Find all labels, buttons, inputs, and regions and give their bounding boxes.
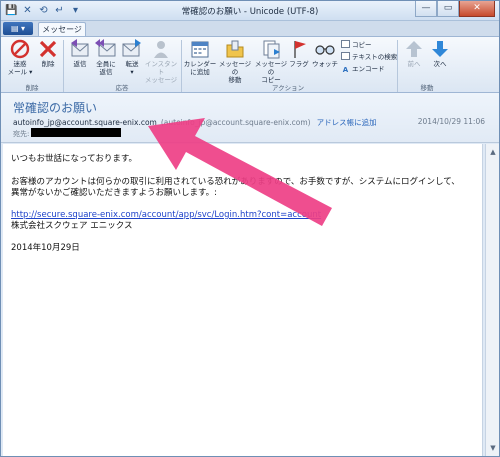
- encoding-icon: A: [342, 66, 349, 74]
- next-arrow-icon: [429, 39, 451, 59]
- copy-label: コピー: [352, 41, 372, 49]
- minimize-button[interactable]: —: [415, 1, 437, 17]
- message-date: 2014/10/29 11:06: [417, 117, 485, 126]
- copy-message-icon: [260, 39, 282, 59]
- body-date: 2014年10月29日: [11, 243, 80, 253]
- tab-message[interactable]: メッセージ: [38, 22, 86, 36]
- group-label-respond: 応答: [115, 84, 129, 92]
- move-message-icon: [224, 39, 246, 59]
- phishing-link[interactable]: http://secure.square-enix.com/account/ap…: [11, 210, 321, 220]
- from-line: autoinfo_jp@account.square-enix.com (auto…: [13, 117, 377, 128]
- ribbon-separator: [181, 40, 182, 92]
- mail-window: 💾 ✕ ⟲ ↵ ▾ 常確認のお願い - Unicode (UTF-8) — ▭ …: [0, 0, 500, 457]
- instant-message-button[interactable]: インスタント メッセージ: [143, 39, 179, 84]
- flag-icon: [288, 39, 310, 59]
- find-text-label: テキストの検索: [352, 53, 398, 61]
- message-header: 常確認のお願い autoinfo_jp@account.square-enix.…: [1, 93, 499, 143]
- add-to-contacts-link[interactable]: アドレス帳に追加: [317, 118, 377, 127]
- body-greeting: いつもお世話になっております。: [11, 154, 137, 164]
- next-label: 次へ: [433, 60, 447, 68]
- close-button[interactable]: ✕: [459, 1, 495, 17]
- junk-mail-button[interactable]: 迷惑 メール ▾: [5, 39, 35, 83]
- previous-label: 前へ: [407, 60, 421, 68]
- reply-all-icon: [95, 39, 117, 59]
- copy-message-label: メッセージの コピー: [254, 60, 288, 84]
- message-body: いつもお世話になっております。 お客様のアカウントは何らかの取引に利用されている…: [3, 144, 483, 456]
- flag-label: フラグ: [289, 60, 309, 68]
- window-controls: — ▭ ✕: [415, 1, 495, 17]
- file-menu-button[interactable]: ▤ ▾: [3, 22, 33, 35]
- flag-button[interactable]: フラグ: [287, 39, 311, 83]
- copy-button[interactable]: コピー: [341, 40, 372, 50]
- encoding-button[interactable]: A エンコード: [341, 64, 385, 74]
- find-text-button[interactable]: テキストの検索: [341, 52, 397, 62]
- group-label-goto: 移動: [420, 84, 434, 92]
- next-button[interactable]: 次へ: [427, 39, 453, 83]
- copy-icon: [341, 40, 350, 48]
- body-line-2: 異常がないかご確認いただきますようお願いします。:: [11, 188, 218, 198]
- maximize-button[interactable]: ▭: [437, 1, 459, 17]
- junk-mail-label: 迷惑 メール ▾: [7, 60, 33, 76]
- calendar-icon: [189, 39, 211, 59]
- move-message-button[interactable]: メッセージの 移動: [217, 39, 253, 84]
- ribbon: 迷惑 メール ▾ 返信 削除 削除 返信 全員に 返信: [1, 36, 499, 93]
- watch-label: ウォッチ: [312, 60, 338, 68]
- previous-button[interactable]: 前へ: [401, 39, 427, 83]
- redacted-recipient: [31, 128, 121, 137]
- body-line-1: お客様のアカウントは何らかの取引に利用されている恐れがありますので、お手数ですが…: [11, 177, 460, 187]
- instant-message-icon: [150, 39, 172, 59]
- sender-address: (autoinfo_jp@account.square-enix.com): [160, 118, 311, 127]
- title-bar: 💾 ✕ ⟲ ↵ ▾ 常確認のお願い - Unicode (UTF-8) — ▭ …: [1, 1, 499, 21]
- add-to-calendar-button[interactable]: カレンダー に追加: [183, 39, 217, 83]
- sender-display-name[interactable]: autoinfo_jp@account.square-enix.com: [13, 118, 157, 127]
- ribbon-tab-row: ▤ ▾ メッセージ: [1, 21, 499, 36]
- encoding-label: エンコード: [352, 65, 385, 73]
- copy-message-button[interactable]: メッセージの コピー: [253, 39, 289, 84]
- previous-arrow-icon: [403, 39, 425, 59]
- instant-message-label: インスタント メッセージ: [144, 60, 178, 84]
- move-message-label: メッセージの 移動: [218, 60, 252, 84]
- ribbon-separator: [63, 40, 64, 92]
- group-label-delete: 削除: [25, 84, 39, 92]
- group-label-actions: アクション: [271, 84, 305, 92]
- ribbon-separator: [397, 40, 398, 92]
- delete-icon: [37, 39, 59, 59]
- add-to-calendar-label: カレンダー に追加: [183, 60, 217, 76]
- message-subject: 常確認のお願い: [13, 101, 98, 115]
- scroll-up-icon[interactable]: ▲: [488, 147, 498, 157]
- vertical-scrollbar[interactable]: ▲ ▼: [485, 144, 499, 456]
- body-company: 株式会社スクウェア エニックス: [11, 221, 133, 231]
- forward-icon: [121, 39, 143, 59]
- delete-label-text: 削除: [41, 60, 55, 68]
- body-link-line: http://secure.square-enix.com/account/ap…: [11, 210, 321, 221]
- scroll-down-icon[interactable]: ▼: [488, 443, 498, 453]
- delete-button[interactable]: 返信 削除: [33, 39, 63, 83]
- to-label: 宛先:: [13, 130, 30, 138]
- watch-glasses-icon: [314, 39, 336, 59]
- reply-icon: [69, 39, 91, 59]
- find-text-icon: [341, 52, 350, 60]
- watch-button[interactable]: ウォッチ: [311, 39, 339, 83]
- junk-mail-icon: [9, 39, 31, 59]
